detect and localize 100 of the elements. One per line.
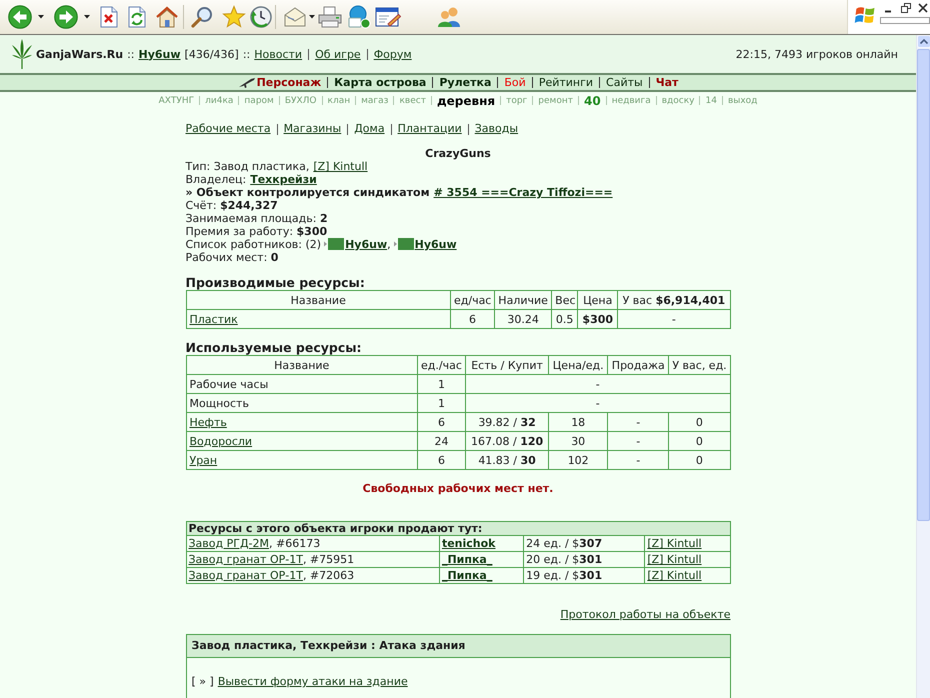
close-icon[interactable] (918, 3, 928, 13)
printer-icon[interactable] (318, 6, 342, 28)
address-field[interactable] (880, 17, 930, 24)
badge-icon (394, 238, 414, 250)
table-cell: 39.82 / 32 (466, 412, 549, 432)
info-line: Счёт: $244,327 (186, 199, 279, 212)
nav-link[interactable]: Форум (374, 48, 412, 60)
attack-form-link[interactable]: Вывести форму атаки на здание (218, 675, 408, 688)
table-cell: 6 (417, 450, 466, 470)
building-number: , #75951 (302, 553, 354, 566)
column-header: У вас $6,914,401 (618, 290, 730, 310)
restore-icon[interactable] (901, 3, 911, 13)
building-link[interactable]: Завод РГД-2М (188, 537, 270, 550)
table-cell: - (466, 374, 730, 394)
section-link[interactable]: Плантации (398, 122, 462, 136)
caret-icon[interactable] (309, 15, 315, 19)
player-link[interactable]: Техкрейзи (250, 173, 317, 186)
info-line: Занимаемая площадь: 2 (186, 212, 329, 225)
menu-link[interactable]: Сайты (606, 76, 643, 89)
location-link[interactable]: деревня (436, 94, 496, 108)
section-link[interactable]: Магазины (284, 122, 342, 136)
building-number: , #66173 (269, 537, 320, 550)
table-cell: Мощность (186, 394, 418, 412)
syndicate-link[interactable]: # 3554 ===Crazy Tiffozi=== (434, 186, 613, 199)
pen-window-icon[interactable] (375, 6, 401, 28)
object-title: CrazyGuns (424, 147, 492, 160)
phone-card-icon[interactable] (347, 5, 371, 29)
column-header: Название (186, 290, 450, 310)
building-link[interactable]: Завод гранат ОР-1Т (188, 553, 303, 566)
table-cell: 18 (548, 412, 608, 432)
table-cell: 6 (417, 412, 466, 432)
player-link[interactable]: Hy6uw (345, 238, 388, 251)
health-counter: [436/436] (184, 48, 239, 60)
player-link[interactable]: Hy6uw (414, 238, 457, 251)
owner-link[interactable]: [Z] Kintull (313, 160, 368, 173)
resource-link[interactable]: Пластик (190, 312, 238, 326)
clock-icon[interactable] (249, 5, 273, 29)
table-cell: 30.24 (494, 310, 552, 328)
table-cell: 30 (548, 432, 608, 450)
column-header: Есть / Купит (466, 356, 549, 374)
table-cell: Рабочие часы (186, 374, 418, 394)
menu-link[interactable]: Чат (656, 76, 678, 89)
resource-link[interactable]: Уран (190, 454, 218, 466)
refresh-icon[interactable] (128, 6, 146, 28)
caret-icon[interactable] (38, 15, 44, 19)
column-header: Цена/ед. (548, 356, 608, 374)
table-cell: 0.5 (552, 310, 578, 328)
table-cell: 0 (668, 432, 730, 450)
resource-link[interactable]: Нефть (190, 416, 227, 428)
star-icon[interactable] (222, 5, 246, 29)
counter-link[interactable]: 40 (584, 94, 601, 108)
scroll-up-icon[interactable] (917, 35, 930, 48)
info-line: Список работников: (2) Hy6uw, Hy6uw (186, 238, 458, 251)
menu-link[interactable]: Рулетка (439, 76, 492, 89)
table-cell: 0 (668, 450, 730, 470)
nav-link[interactable]: Об игре (315, 48, 361, 60)
table-cell: - (608, 432, 669, 450)
protocol-link[interactable]: Протокол работы на объекте (560, 608, 730, 621)
info-line: Премия за работу: $300 (186, 225, 328, 238)
people-icon[interactable] (437, 6, 463, 28)
table-cell: - (466, 394, 730, 412)
nav-link[interactable]: Новости (254, 48, 302, 60)
column-header: ед./час (417, 356, 466, 374)
separator: :: (242, 48, 250, 60)
table-cell: 24 ед. / $307 (524, 536, 645, 552)
resource-link[interactable]: Водоросли (190, 434, 252, 448)
table-cell: 19 ед. / $301 (524, 568, 645, 584)
building-number: , #72063 (302, 569, 354, 582)
section-link[interactable]: Рабочие места (186, 122, 271, 136)
column-header: Название (186, 356, 418, 374)
menu-link[interactable]: Рейтинги (538, 76, 594, 89)
menu-link[interactable]: Бой (504, 76, 526, 89)
column-header: Вес (552, 290, 578, 310)
column-header: Цена (578, 290, 618, 310)
table-cell: 1 (417, 394, 466, 412)
leaf-logo-icon[interactable] (12, 39, 32, 69)
table-cell: - (608, 412, 669, 432)
scrollbar-thumb[interactable] (917, 49, 930, 521)
info-line: Рабочих мест: 0 (186, 251, 280, 264)
caret-icon[interactable] (84, 15, 90, 19)
info-line: » Объект контролируется синдикатом # 3554 ===Crazy Tiffozi=== (186, 186, 614, 199)
separator: :: (127, 48, 135, 60)
document-cross-icon[interactable] (100, 6, 118, 28)
section-link[interactable]: Дома (354, 122, 385, 136)
table-cell: 41.83 / 30 (466, 450, 549, 470)
table-cell: - (618, 310, 730, 328)
notice-text: Свободных рабочих мест нет. (362, 482, 554, 496)
section-link[interactable]: Заводы (474, 122, 518, 136)
scrollbar-track[interactable] (916, 35, 930, 698)
menu-link[interactable]: Карта острова (334, 76, 426, 89)
panel-title: Завод пластика, Техкрейзи : Атака здания (186, 635, 730, 658)
search-icon[interactable] (190, 5, 214, 29)
menu-link[interactable]: Персонаж (256, 76, 322, 89)
info-line: Владелец: Техкрейзи (186, 173, 318, 186)
username-link[interactable]: Hy6uw (138, 48, 181, 60)
section-heading: Используемые ресурсы: (186, 341, 363, 355)
building-link[interactable]: Завод гранат ОР-1Т (188, 569, 303, 582)
house-icon[interactable] (155, 6, 179, 28)
info-line: Тип: Завод пластика, [Z] Kintull (186, 160, 369, 173)
table-cell: 1 (417, 374, 466, 394)
